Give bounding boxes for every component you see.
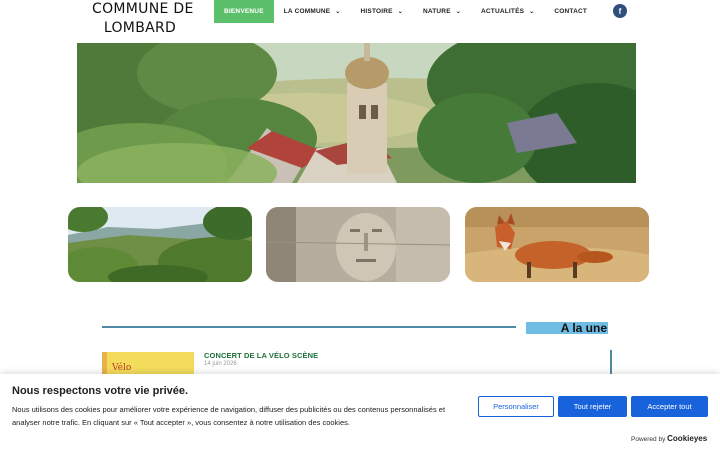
nav-item-label: CONTACT [554, 8, 588, 15]
nav-item-nature[interactable]: NATURE ⌄ [413, 0, 471, 23]
card-fox[interactable] [465, 207, 649, 282]
nav-item-histoire[interactable]: HISTOIRE ⌄ [351, 0, 413, 23]
featured-heading: A la une [526, 322, 608, 334]
nav-item-actualites[interactable]: ACTUALITÉS ⌄ [471, 0, 544, 23]
post-accent-rule [610, 350, 612, 376]
cookieyes-logo: Cookieyes [667, 434, 708, 443]
valley-landscape-illustration [68, 207, 252, 282]
nav-item-label: HISTOIRE [360, 8, 393, 15]
post-title-link[interactable]: CONCERT DE LA VÉLO SCÈNE [204, 351, 318, 360]
powered-by[interactable]: Powered by Cookieyes [631, 434, 707, 443]
cookie-description: Nous utilisons des cookies pour améliore… [12, 405, 446, 427]
cookie-banner: Nous respectons votre vie privée. Nous u… [0, 374, 720, 450]
card-stone-carving[interactable] [266, 207, 450, 282]
post-date: 14 juin 2026 [204, 361, 237, 367]
nav-item-label: BIENVENUE [224, 8, 264, 15]
card-landscape[interactable] [68, 207, 252, 282]
chevron-down-icon: ⌄ [335, 9, 341, 15]
nav-item-label: ACTUALITÉS [480, 8, 525, 15]
post-thumbnail-text: Vélo [111, 362, 131, 373]
nav-item-la-commune[interactable]: LA COMMUNE ⌄ [274, 0, 351, 23]
site-title-line1[interactable]: COMMUNE DE [92, 0, 193, 19]
chevron-down-icon: ⌄ [397, 9, 403, 15]
powered-by-prefix: Powered by [631, 436, 668, 443]
village-landscape-illustration [77, 43, 636, 183]
chevron-down-icon: ⌄ [529, 9, 535, 15]
fox-illustration [465, 207, 649, 282]
customize-button[interactable]: Personnaliser [478, 396, 554, 417]
nav-item-label: NATURE [422, 8, 451, 15]
nav-item-label: LA COMMUNE [283, 8, 331, 15]
nav-item-contact[interactable]: CONTACT [544, 0, 597, 23]
hero-image [77, 43, 636, 183]
featured-divider [102, 326, 516, 328]
stone-face-illustration [266, 207, 450, 282]
chevron-down-icon: ⌄ [455, 9, 461, 15]
main-nav: BIENVENUE LA COMMUNE ⌄ HISTOIRE ⌄ NATURE… [214, 0, 597, 23]
site-title[interactable]: COMMUNE DE LOMBARD [92, 0, 193, 38]
nav-item-bienvenue[interactable]: BIENVENUE [214, 0, 274, 23]
reject-all-button[interactable]: Tout rejeter [558, 396, 627, 417]
cookie-title: Nous respectons votre vie privée. [12, 385, 189, 397]
accept-all-button[interactable]: Accepter tout [631, 396, 708, 417]
site-title-line2[interactable]: LOMBARD [92, 19, 188, 38]
facebook-icon[interactable]: f [613, 4, 627, 18]
